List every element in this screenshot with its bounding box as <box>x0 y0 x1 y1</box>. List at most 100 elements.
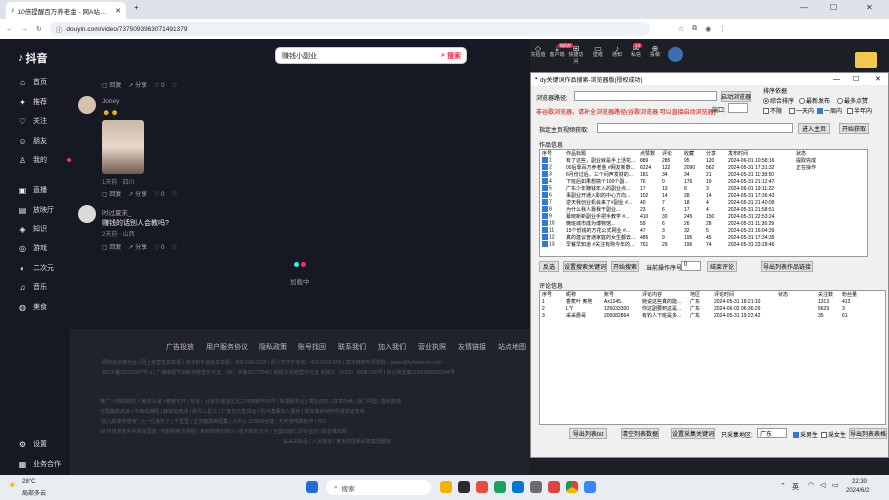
reload-icon[interactable]: ↻ <box>36 25 42 33</box>
taskbar-app-icon[interactable] <box>440 481 452 493</box>
reply-button[interactable]: ▢ 回复 <box>102 83 121 89</box>
search-button[interactable]: ⌕ 搜索 <box>436 48 466 63</box>
row-checkbox-icon[interactable] <box>542 192 548 199</box>
windows-start-icon[interactable] <box>306 481 318 493</box>
start-search-button[interactable]: 开始搜索 <box>611 261 639 272</box>
row-checkbox-icon[interactable] <box>542 220 548 227</box>
sidebar-item-game[interactable]: ◎ 游戏 <box>18 243 47 253</box>
wifi-icon[interactable]: ◠ <box>808 481 814 489</box>
extensions-icon[interactable]: ⧉ <box>692 25 697 33</box>
close-icon[interactable]: ✕ <box>875 75 881 83</box>
works-row[interactable]: 5 广东少年赚钱年入的副业点... 17 13 8 3 2024-06-01 19:11:2… <box>540 185 834 192</box>
works-row[interactable]: 1 有了这些，副业就是手上活花... 889 285 95 120 2024-06-01 1… <box>540 157 834 164</box>
row-checkbox-icon[interactable] <box>542 199 548 206</box>
works-row[interactable]: 12 真的建议普通家庭的女生都去... 485 9 195 45 2024-05-31 17… <box>540 234 834 241</box>
url-input[interactable]: ⓘ douyin.com/video/7375093963071491379 <box>49 22 650 36</box>
topbar-upload[interactable]: ⊕ 投稿 <box>646 45 664 59</box>
topbar-shortcut[interactable]: ⊞ 快捷访问 <box>567 45 585 66</box>
row-checkbox-icon[interactable] <box>542 227 548 234</box>
region-input[interactable]: 广东 <box>757 428 787 438</box>
weather-temp[interactable]: 28°C <box>22 479 35 485</box>
sidebar-item-home[interactable]: ⌂ 首页 <box>18 77 47 87</box>
footer-link[interactable]: 用户服务协议 <box>206 342 248 352</box>
sidebar-item-profile[interactable]: ♙ 我的 <box>18 155 71 165</box>
share-button[interactable]: ↗ 分享 <box>128 192 147 198</box>
maximize-icon[interactable]: ☐ <box>853 75 859 83</box>
profile-icon[interactable]: ◉ <box>705 25 711 33</box>
works-row[interactable]: 8 为什么我人靠我干副业... 23 6 17 4 2024-05-31 21:58:51 <box>540 206 834 213</box>
chrome-taskbar-icon[interactable] <box>566 481 578 493</box>
works-row[interactable]: 9 幕晓新新副业手把手教学 #... 410 30 245 150 2024-05-31 2… <box>540 213 834 220</box>
like-button[interactable]: ♡ 0 <box>154 83 164 89</box>
sidebar-item-live[interactable]: ▣ 直播 <box>18 185 47 195</box>
comment-row[interactable]: 3 采采爵哥 205082864 有钓人下班是多... 广东 2024-05-31 19:… <box>540 312 864 320</box>
taskbar-app-icon[interactable] <box>476 481 488 493</box>
time-option[interactable]: 半年内 <box>847 106 872 115</box>
footer-link[interactable]: 营业执照 <box>418 342 446 352</box>
row-checkbox-icon[interactable] <box>542 171 548 178</box>
works-row[interactable]: 6 事副业开通入职的中心方向... 102 14 28 14 2024-05-31 17:3… <box>540 192 834 199</box>
topbar-notify[interactable]: ♪ 通知 <box>608 45 626 59</box>
row-checkbox-icon[interactable] <box>542 185 548 192</box>
start-fetch-button[interactable]: 开始获取 <box>839 123 869 134</box>
export-txt-button[interactable]: 导出列表txt <box>569 428 607 439</box>
taskbar-app-icon[interactable] <box>548 481 560 493</box>
battery-icon[interactable]: ▭ <box>832 481 839 489</box>
works-row[interactable]: 2 00后靠百万养老金 #网友新数... 6224 122 2090 562 2024-05… <box>540 164 834 171</box>
share-button[interactable]: ↗ 分享 <box>128 83 147 89</box>
taskbar-app-icon[interactable] <box>584 481 596 493</box>
close-tab-icon[interactable]: ✕ <box>115 7 121 15</box>
row-checkbox-icon[interactable] <box>542 241 548 248</box>
desktop-folder-icon[interactable] <box>855 52 877 68</box>
search-input[interactable]: 赚钱小副业 ⌕ 搜索 <box>275 47 467 64</box>
topbar-wallpaper[interactable]: ▭ 壁纸 <box>589 45 607 59</box>
works-row[interactable]: 13 早餐早知道 #关注有购今年的... 761 29 196 74 2024-05-31 … <box>540 241 834 248</box>
comment-username[interactable]: Joney <box>102 98 119 105</box>
time-option[interactable]: 一周内 <box>817 106 842 115</box>
close-window-icon[interactable]: ✕ <box>866 3 873 12</box>
sidebar-item-friends[interactable]: ☺ 朋友 <box>18 136 47 146</box>
enter-homepage-button[interactable]: 进入主页 <box>798 123 830 134</box>
reply-button[interactable]: ▢ 回复 <box>102 245 121 251</box>
taskbar-search-input[interactable]: ⌕ 搜索 <box>326 480 431 495</box>
sidebar-item-settings[interactable]: ⚙ 设置 <box>18 439 47 449</box>
sidebar-item-food[interactable]: ◍ 美食 <box>18 302 47 312</box>
minimize-icon[interactable]: — <box>833 76 840 83</box>
footer-link[interactable]: 站点地图 <box>498 342 526 352</box>
reply-button[interactable]: ▢ 回复 <box>102 192 121 198</box>
browser-tab[interactable]: ♪ 10倍提醒百万养老金 - 网A站接播 ✕ <box>6 2 126 19</box>
sort-option[interactable]: 最新发布 <box>799 96 830 105</box>
comment-username[interactable]: 时过夏末_ <box>102 207 132 217</box>
comments-table[interactable]: 序号 昵称 账号 评论内容 地区 评论时间 状态 关注数 粉丝量 1 香蕉叶 奥地… <box>539 290 886 425</box>
invert-select-button[interactable]: 反选 <box>539 261 559 272</box>
forward-icon[interactable]: → <box>21 26 28 33</box>
row-checkbox-icon[interactable] <box>542 178 548 185</box>
time-option[interactable]: 不限 <box>763 106 782 115</box>
user-avatar[interactable] <box>668 47 683 62</box>
works-table[interactable]: 序号 作品标题 点赞数 评论 收藏 分享 发布时间 状态 1 有了这些，副业就是手… <box>539 149 868 257</box>
works-row[interactable]: 10 晚班城市成为博物馆... 59 6 26 28 2024-05-31 11:36:29 <box>540 220 834 227</box>
row-checkbox-icon[interactable] <box>542 234 548 241</box>
avatar[interactable] <box>78 96 96 114</box>
avatar[interactable] <box>78 205 96 223</box>
export-table-button[interactable]: 导出列表表格 <box>849 428 887 439</box>
dislike-icon[interactable]: ♡ <box>171 245 176 251</box>
port-input[interactable] <box>728 103 748 113</box>
collect-male-checkbox[interactable]: 采男生 <box>793 430 818 439</box>
works-row[interactable]: 7 逆天我创业机会来了#副业 #... 40 7 18 4 2024-05-31 21:40… <box>540 199 834 206</box>
dislike-icon[interactable]: ♡ <box>171 192 176 198</box>
maximize-icon[interactable]: ☐ <box>830 3 837 12</box>
row-checkbox-icon[interactable] <box>542 213 548 220</box>
current-index-input[interactable]: 0 <box>681 261 701 271</box>
sort-option[interactable]: 综合排序 <box>763 96 794 105</box>
row-checkbox-icon[interactable] <box>542 164 548 171</box>
set-keyword-button[interactable]: 设置搜索关键词 <box>563 261 607 272</box>
taskbar-app-icon[interactable] <box>494 481 506 493</box>
share-button[interactable]: ↗ 分享 <box>128 245 147 251</box>
row-checkbox-icon[interactable] <box>542 157 548 164</box>
row-checkbox-icon[interactable] <box>542 206 548 213</box>
time-option[interactable]: 一天内 <box>789 106 814 115</box>
footer-link[interactable]: 联系我们 <box>338 342 366 352</box>
footer-link[interactable]: 友情链接 <box>458 342 486 352</box>
douyin-logo[interactable]: ♪ 抖音 <box>18 50 48 66</box>
